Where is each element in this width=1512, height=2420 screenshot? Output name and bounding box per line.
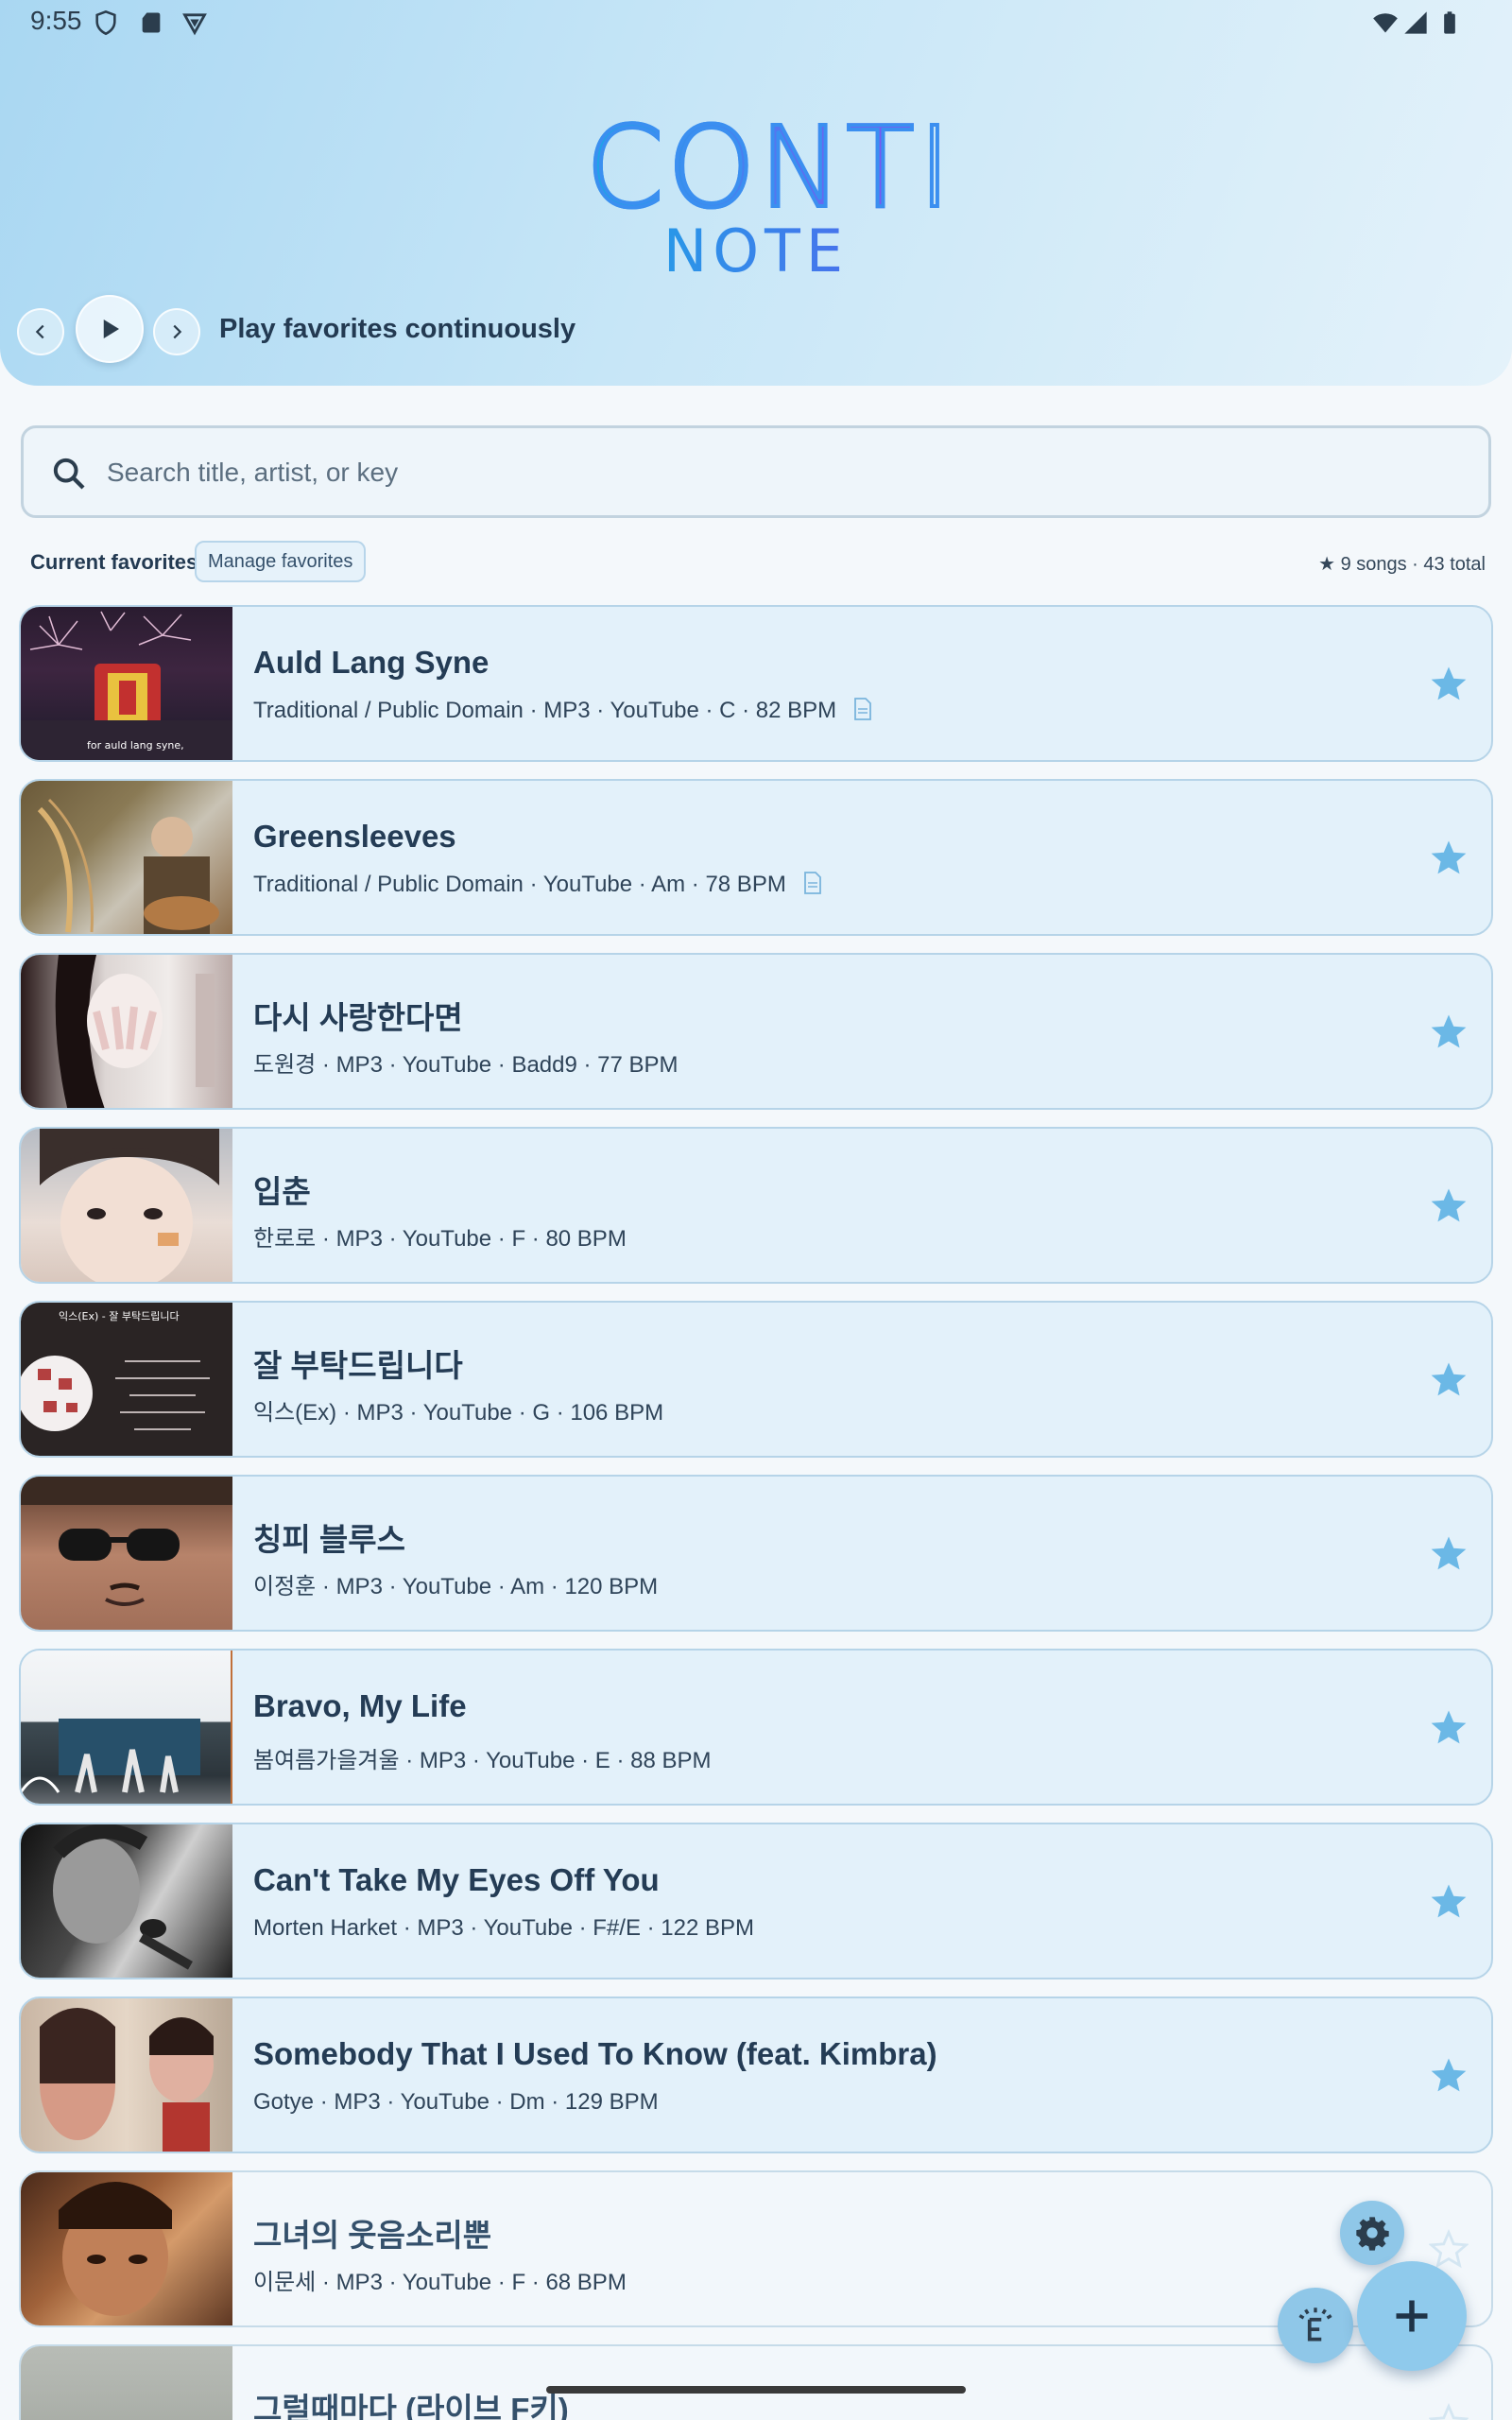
chevron-right-icon <box>173 324 182 339</box>
song-title: 그럴때마다 (라이브 F키) <box>253 2392 569 2420</box>
song-thumbnail <box>21 1129 232 1282</box>
favorite-star-icon[interactable] <box>1429 1011 1469 1051</box>
plus-icon <box>1396 2300 1428 2332</box>
song-card[interactable]: Greensleeves Traditional / Public Domain… <box>19 779 1493 936</box>
battery-icon <box>1444 11 1455 34</box>
song-meta: 한로로 · MP3 · YouTube · F · 80 BPM <box>253 1226 627 1252</box>
song-card[interactable]: Bravo, My Life 봄여름가을겨울 · MP3 · YouTube ·… <box>19 1649 1493 1806</box>
add-song-button[interactable] <box>1357 2261 1467 2371</box>
play-button[interactable] <box>76 295 144 363</box>
search-input[interactable] <box>107 449 1430 496</box>
logo-conti-text: CONTI <box>584 102 955 233</box>
song-card[interactable]: Somebody That I Used To Know (feat. Kimb… <box>19 1996 1493 2153</box>
song-title: Auld Lang Syne <box>253 645 490 680</box>
play-favorites-label[interactable]: Play favorites continuously <box>219 314 576 345</box>
song-meta: Traditional / Public Domain · MP3 · YouT… <box>253 698 872 724</box>
manage-favorites-button[interactable]: Manage favorites <box>195 541 367 582</box>
song-card[interactable]: 입춘 한로로 · MP3 · YouTube · F · 80 BPM <box>19 1127 1493 1284</box>
status-time: 9:55 <box>30 6 82 35</box>
song-meta-text: Traditional / Public Domain · YouTube · … <box>253 872 786 897</box>
song-meta: 봄여름가을겨울 · MP3 · YouTube · E · 88 BPM <box>253 1748 712 1773</box>
song-title: Bravo, My Life <box>253 1688 467 1723</box>
vpn-icon <box>182 13 207 36</box>
favorite-star-icon[interactable] <box>1429 1359 1469 1399</box>
player-controls: Play favorites continuously <box>17 295 679 367</box>
favorite-star-icon[interactable] <box>1429 1533 1469 1573</box>
song-card[interactable]: for auld lang syne, Auld Lang Syne Tradi… <box>19 605 1493 762</box>
song-title: Can't Take My Eyes Off You <box>253 1862 660 1897</box>
search-bar[interactable] <box>21 425 1491 518</box>
document-icon[interactable] <box>853 698 872 720</box>
song-meta: 이문세 · MP3 · YouTube · F · 68 BPM <box>253 2270 627 2295</box>
song-thumbnail <box>21 1824 232 1978</box>
gear-icon <box>1356 2217 1389 2251</box>
favorites-title: Current favorites <box>30 550 198 574</box>
next-button[interactable] <box>153 308 200 355</box>
favorite-star-outline-icon[interactable] <box>1429 2403 1469 2420</box>
favorite-star-icon[interactable] <box>1429 664 1469 703</box>
song-thumbnail <box>21 1477 232 1630</box>
app-logo: CONTI NOTE <box>584 102 955 281</box>
song-title: 그녀의 웃음소리뿐 <box>253 2218 492 2253</box>
easy-mode-button[interactable] <box>1278 2288 1353 2363</box>
favorite-star-outline-icon[interactable] <box>1429 2229 1469 2269</box>
thumb-caption: 익스(Ex) - 잘 부탁드립니다 <box>59 1310 180 1322</box>
song-thumbnail <box>21 955 232 1108</box>
favorite-star-icon[interactable] <box>1429 838 1469 877</box>
song-card[interactable]: 그녀의 웃음소리뿐 이문세 · MP3 · YouTube · F · 68 B… <box>19 2170 1493 2327</box>
home-indicator[interactable] <box>546 2386 966 2394</box>
song-meta-text: Traditional / Public Domain · MP3 · YouT… <box>253 698 837 723</box>
song-thumbnail: 익스(Ex) - 잘 부탁드립니다 <box>21 1303 232 1456</box>
song-card[interactable]: 다시 사랑한다면 도원경 · MP3 · YouTube · Badd9 · 7… <box>19 953 1493 1110</box>
song-meta: Morten Harket · MP3 · YouTube · F#/E · 1… <box>253 1915 754 1941</box>
song-card[interactable]: 그럴때마다 (라이브 F키) <box>19 2344 1493 2420</box>
shield-icon <box>95 9 116 36</box>
song-thumbnail <box>21 2346 232 2420</box>
song-thumbnail: for auld lang syne, <box>21 607 232 760</box>
wifi-icon <box>1373 13 1398 33</box>
song-title: 다시 사랑한다면 <box>253 1000 463 1035</box>
song-meta: 이정훈 · MP3 · YouTube · Am · 120 BPM <box>253 1574 659 1599</box>
song-card[interactable]: Can't Take My Eyes Off You Morten Harket… <box>19 1823 1493 1979</box>
favorites-count: ★ 9 songs · 43 total <box>1318 554 1486 575</box>
search-icon <box>53 458 85 490</box>
play-icon <box>103 320 119 338</box>
song-thumbnail <box>21 1651 232 1804</box>
app-header: 9:55 CONTI NOTE Play favorites continuou… <box>0 0 1512 386</box>
favorite-star-icon[interactable] <box>1429 2055 1469 2095</box>
song-card[interactable]: 익스(Ex) - 잘 부탁드립니다 잘 부탁드립니다 익스(Ex) · MP3 … <box>19 1301 1493 1458</box>
sd-card-icon <box>142 12 161 33</box>
song-title: 칭피 블루스 <box>253 1522 405 1557</box>
document-icon[interactable] <box>803 872 822 894</box>
song-thumbnail <box>21 2172 232 2325</box>
cell-signal-icon <box>1404 11 1427 34</box>
song-meta: Traditional / Public Domain · YouTube · … <box>253 872 822 898</box>
song-title: Somebody That I Used To Know (feat. Kimb… <box>253 2036 937 2071</box>
song-meta: 도원경 · MP3 · YouTube · Badd9 · 77 BPM <box>253 1052 679 1078</box>
favorite-star-icon[interactable] <box>1429 1881 1469 1921</box>
favorite-star-icon[interactable] <box>1429 1707 1469 1747</box>
e-spark-icon <box>1298 2308 1332 2342</box>
song-title: 잘 부탁드립니다 <box>253 1348 463 1383</box>
song-title: 입춘 <box>253 1174 311 1209</box>
thumb-caption: for auld lang syne, <box>87 739 184 752</box>
song-thumbnail <box>21 781 232 934</box>
song-meta: 익스(Ex) · MP3 · YouTube · G · 106 BPM <box>253 1400 664 1426</box>
status-bar: 9:55 <box>0 0 1512 47</box>
song-thumbnail <box>21 1998 232 2152</box>
song-title: Greensleeves <box>253 819 456 854</box>
song-card[interactable]: 칭피 블루스 이정훈 · MP3 · YouTube · Am · 120 BP… <box>19 1475 1493 1632</box>
song-meta: Gotye · MP3 · YouTube · Dm · 129 BPM <box>253 2089 659 2115</box>
favorites-bar: Current favorites Manage favorites ★ 9 s… <box>30 541 1486 584</box>
favorite-star-icon[interactable] <box>1429 1185 1469 1225</box>
chevron-left-icon <box>35 324 44 339</box>
previous-button[interactable] <box>17 308 64 355</box>
settings-button[interactable] <box>1340 2201 1404 2265</box>
